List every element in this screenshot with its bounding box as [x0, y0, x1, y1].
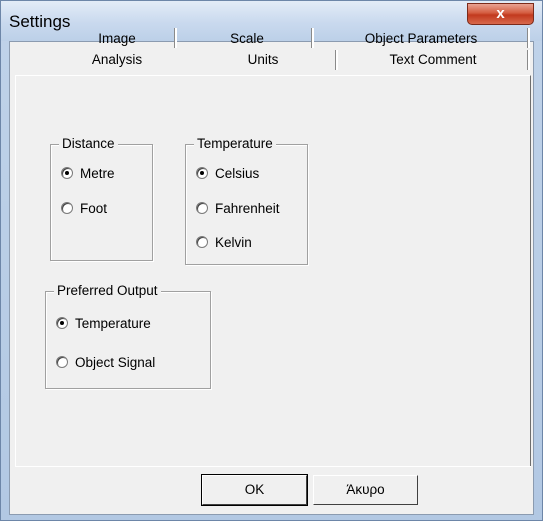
- radio-kelvin[interactable]: Kelvin: [196, 235, 252, 253]
- preferred-output-group: Preferred Output Temperature Object Sign…: [45, 283, 211, 389]
- radio-checked-icon: [61, 167, 73, 179]
- window-title: Settings: [9, 12, 71, 31]
- tab-label: Object Parameters: [364, 31, 478, 46]
- tab-divider: [527, 50, 530, 70]
- radio-unchecked-icon: [196, 236, 208, 248]
- tab-units[interactable]: Units: [213, 50, 313, 70]
- radio-label: Foot: [80, 201, 108, 216]
- ok-button-label: OK: [244, 482, 265, 497]
- tab-label: Analysis: [91, 52, 143, 67]
- group-title: Preferred Output: [54, 283, 161, 298]
- tab-divider: [527, 28, 530, 48]
- radio-metre[interactable]: Metre: [61, 166, 115, 184]
- radio-label: Fahrenheit: [215, 201, 280, 216]
- group-title: Distance: [59, 136, 118, 151]
- units-tab-panel: [15, 75, 531, 467]
- tab-analysis[interactable]: Analysis: [67, 50, 167, 70]
- radio-unchecked-icon: [56, 356, 68, 368]
- radio-checked-icon: [196, 167, 208, 179]
- radio-label: Temperature: [75, 316, 151, 331]
- cancel-button-label: Άκυρο: [346, 482, 385, 497]
- radio-fahrenheit[interactable]: Fahrenheit: [196, 201, 280, 219]
- distance-group: Distance Metre Foot: [50, 136, 153, 261]
- radio-label: Object Signal: [75, 355, 156, 370]
- tab-label: Text Comment: [389, 52, 477, 67]
- radio-unchecked-icon: [196, 202, 208, 214]
- radio-celsius[interactable]: Celsius: [196, 166, 259, 184]
- radio-label: Kelvin: [215, 235, 252, 250]
- settings-dialog: Settings x Image Scale Object Parameters…: [0, 0, 543, 521]
- cancel-button[interactable]: Άκυρο: [313, 475, 418, 505]
- close-icon: x: [496, 5, 505, 22]
- close-button[interactable]: x: [467, 3, 534, 25]
- tab-divider: [335, 50, 338, 70]
- radio-unchecked-icon: [61, 202, 73, 214]
- tab-scale[interactable]: Scale: [207, 29, 287, 49]
- tab-text-comment[interactable]: Text Comment: [353, 50, 513, 70]
- tab-label: Image: [98, 31, 136, 46]
- separator: [15, 466, 531, 467]
- radio-label: Celsius: [215, 166, 260, 181]
- temperature-group: Temperature Celsius Fahrenheit Kelvin: [185, 136, 308, 265]
- radio-foot[interactable]: Foot: [61, 201, 107, 219]
- tab-label: Scale: [230, 31, 264, 46]
- tab-object-parameters[interactable]: Object Parameters: [351, 29, 491, 49]
- radio-checked-icon: [56, 317, 68, 329]
- radio-label: Metre: [80, 166, 115, 181]
- radio-output-temperature[interactable]: Temperature: [56, 316, 151, 334]
- tab-label: Units: [247, 52, 279, 67]
- ok-button[interactable]: OK: [201, 474, 308, 506]
- tab-divider: [174, 28, 177, 48]
- tab-divider: [311, 28, 314, 48]
- tab-image[interactable]: Image: [67, 29, 167, 49]
- radio-output-object-signal[interactable]: Object Signal: [56, 355, 155, 373]
- group-title: Temperature: [194, 136, 276, 151]
